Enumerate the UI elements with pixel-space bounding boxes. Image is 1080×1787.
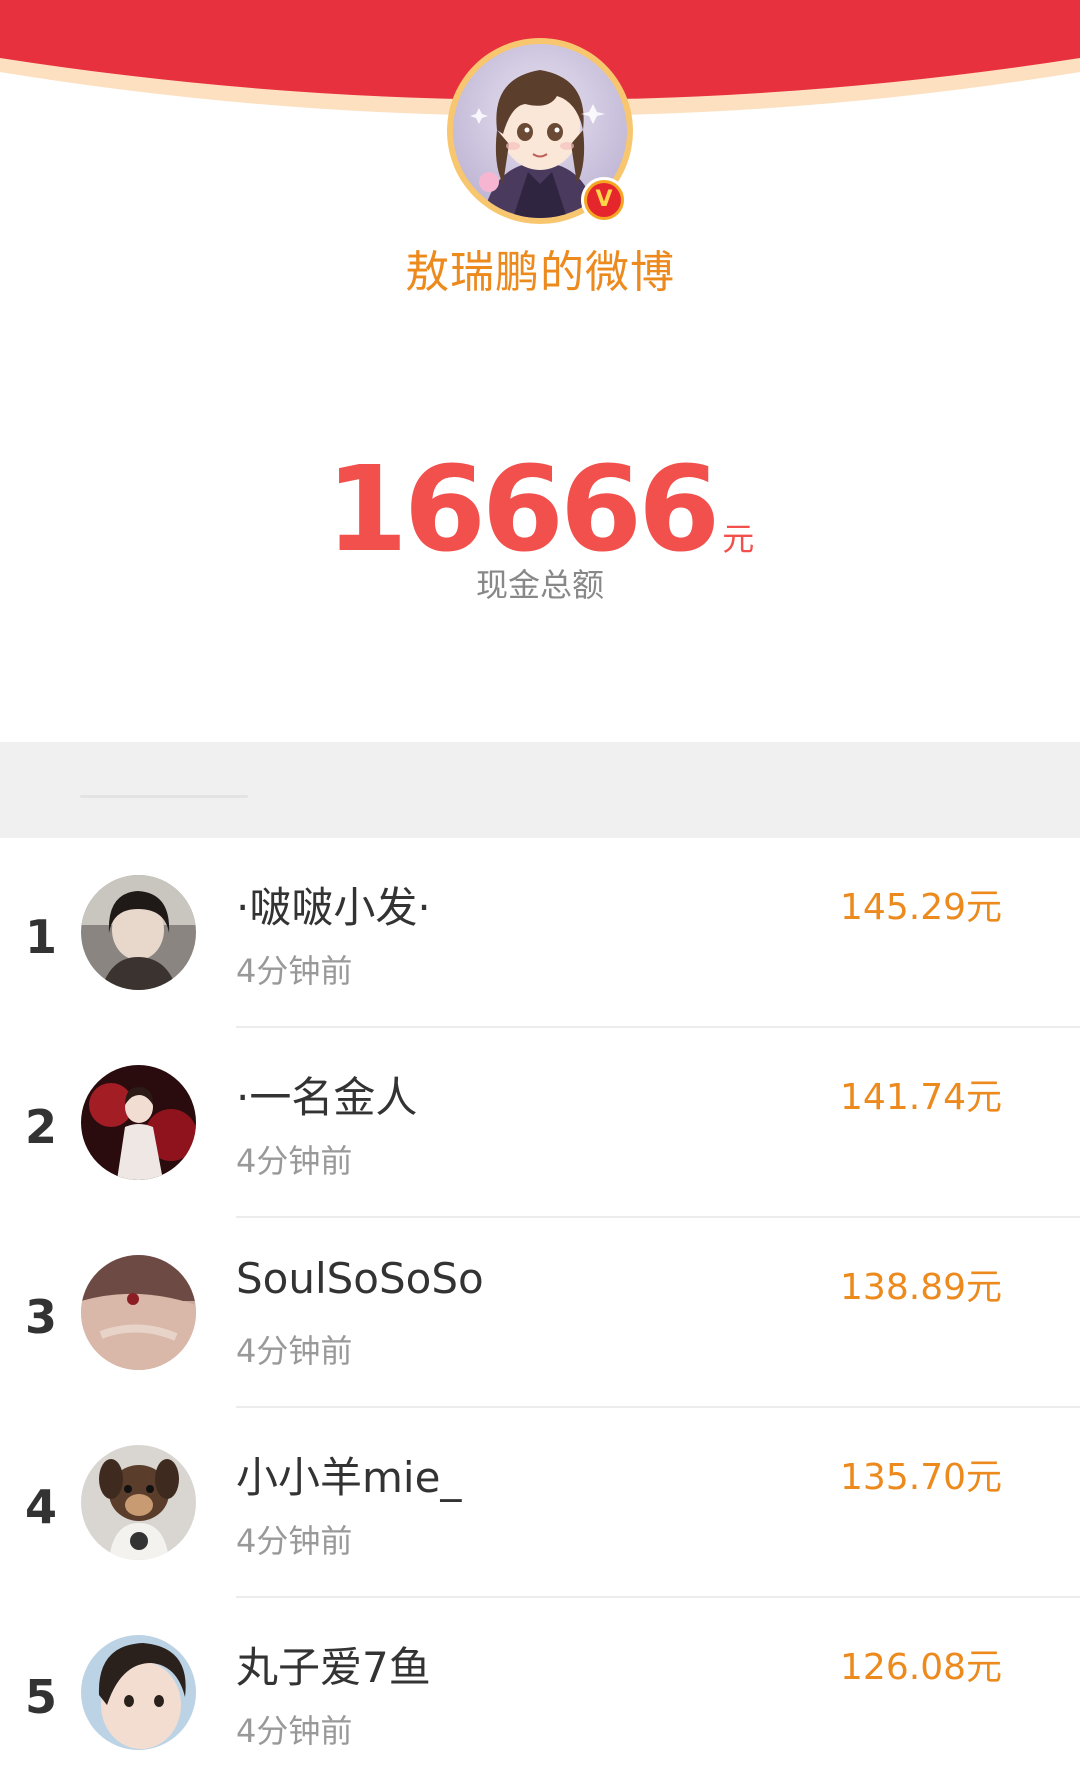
time-ago: 4分钟前: [236, 1522, 353, 1560]
time-ago: 4分钟前: [236, 1142, 353, 1180]
verified-badge-glyph: V: [587, 183, 621, 217]
total-amount-unit: 元: [722, 520, 755, 558]
rank-number: 4: [24, 1480, 57, 1534]
user-avatar[interactable]: [81, 1065, 196, 1180]
ranking-list: 1 ·啵啵小发· 4分钟前 145.29元 2 ·一名金人 4分钟前 141.7…: [0, 838, 1080, 1787]
amount-received: 138.89元: [840, 1267, 1002, 1308]
total-amount-caption: 现金总额: [475, 566, 604, 604]
amount-received: 141.74元: [840, 1077, 1002, 1118]
section-divider: [0, 742, 1080, 838]
verified-v-icon: V: [581, 177, 627, 223]
faint-tab-indicator: [80, 795, 248, 798]
user-avatar[interactable]: [81, 1445, 196, 1560]
rank-number: 2: [24, 1100, 57, 1154]
rank-number: 3: [24, 1290, 57, 1344]
ranking-row[interactable]: 2 ·一名金人 4分钟前 141.74元: [0, 1028, 1080, 1218]
amount-received: 135.70元: [840, 1457, 1002, 1498]
amount-received: 126.08元: [840, 1647, 1002, 1688]
total-amount: 16666 元: [0, 440, 1080, 578]
time-ago: 4分钟前: [236, 1332, 353, 1370]
ranking-row[interactable]: 5 丸子爱7鱼 4分钟前 126.08元: [0, 1598, 1080, 1787]
user-avatar[interactable]: [81, 1635, 196, 1750]
user-name[interactable]: ·一名金人: [236, 1064, 417, 1125]
user-name[interactable]: 丸子爱7鱼: [236, 1634, 431, 1695]
ranking-row[interactable]: 3 SoulSoSoSo 4分钟前 138.89元: [0, 1218, 1080, 1408]
time-ago: 4分钟前: [236, 1712, 353, 1750]
user-name[interactable]: ·啵啵小发·: [236, 874, 431, 935]
ranking-row[interactable]: 1 ·啵啵小发· 4分钟前 145.29元: [0, 838, 1080, 1028]
rank-number: 5: [24, 1670, 57, 1724]
user-name[interactable]: SoulSoSoSo: [236, 1254, 484, 1303]
time-ago: 4分钟前: [236, 952, 353, 990]
total-amount-value: 16666: [325, 440, 721, 578]
rank-number: 1: [24, 910, 57, 964]
red-packet-header: V 敖瑞鹏的微博 16666 元 现金总额: [0, 0, 1080, 740]
user-name[interactable]: 小小羊mie_: [236, 1444, 461, 1505]
user-avatar[interactable]: [81, 1255, 196, 1370]
user-avatar[interactable]: [81, 875, 196, 990]
ranking-row[interactable]: 4 小小羊mie_ 4分钟前 135.70元: [0, 1408, 1080, 1598]
amount-received: 145.29元: [840, 887, 1002, 928]
account-name[interactable]: 敖瑞鹏的微博: [0, 236, 1080, 300]
